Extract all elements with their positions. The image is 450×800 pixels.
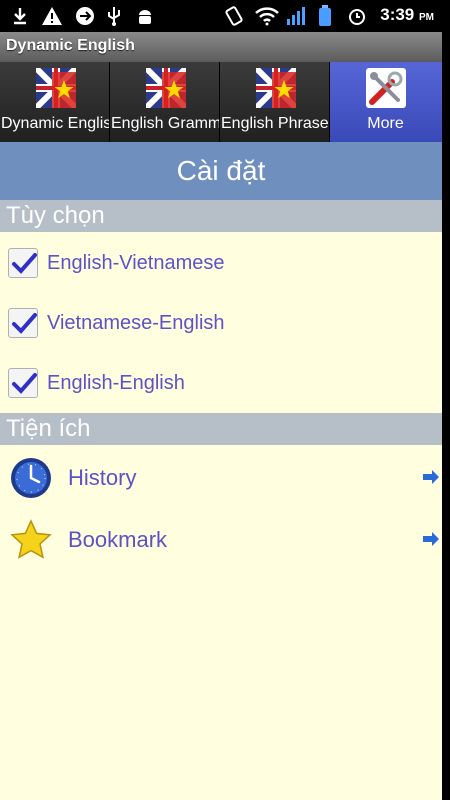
flag-icon [146, 68, 186, 108]
arrow-right-icon [423, 470, 439, 484]
wifi-icon [254, 5, 280, 27]
history-label: History [68, 465, 137, 490]
check-icon [12, 373, 37, 394]
tab-bar: Dynamic English English Grammar English … [0, 62, 442, 142]
download-icon [10, 5, 30, 27]
option-label: English-Vietnamese [47, 252, 225, 274]
list-item-bookmark[interactable]: Bookmark [0, 509, 442, 569]
tab-label: English Grammar [111, 115, 220, 132]
vibrate-icon [222, 5, 246, 27]
settings-content: Tùy chọn English-Vietnamese Vietnamese-E… [0, 200, 442, 800]
tab-label: English Phrase [221, 115, 329, 132]
section-header-options: Tùy chọn [0, 200, 442, 232]
flag-icon [36, 68, 76, 108]
signal-icon [286, 5, 306, 27]
option-english-english[interactable]: English-English [0, 358, 442, 408]
section-header-utilities: Tiện ích [0, 413, 442, 445]
bookmark-label: Bookmark [68, 527, 168, 552]
option-label: Vietnamese-English [47, 312, 225, 334]
screen-edge [442, 32, 450, 800]
option-vietnamese-english[interactable]: Vietnamese-English [0, 298, 442, 348]
tab-more[interactable]: More [330, 62, 442, 142]
checkbox[interactable] [8, 248, 38, 278]
tab-label: More [367, 115, 404, 132]
alarm-icon [346, 5, 368, 27]
app-title-bar: Dynamic English [0, 32, 442, 62]
flag-icon [256, 68, 296, 108]
tab-english-grammar[interactable]: English Grammar [110, 62, 220, 142]
app-title: Dynamic English [6, 37, 135, 54]
tab-label: Dynamic English [1, 115, 110, 132]
check-icon [12, 313, 37, 334]
option-english-vietnamese[interactable]: English-Vietnamese [0, 238, 442, 288]
tab-dynamic-english[interactable]: Dynamic English [0, 62, 110, 142]
list-item-history[interactable]: History [0, 447, 442, 507]
tab-english-phrase[interactable]: English Phrase [220, 62, 330, 142]
clock-icon [11, 458, 51, 498]
status-bar: 3:39 PM [0, 0, 450, 32]
sync-icon [74, 5, 96, 27]
option-label: English-English [47, 372, 185, 394]
check-icon [12, 253, 37, 274]
star-icon [10, 519, 52, 559]
warning-icon [40, 5, 64, 27]
usb-icon [104, 5, 124, 27]
android-icon [134, 5, 156, 27]
arrow-right-icon [423, 532, 439, 546]
checkbox[interactable] [8, 308, 38, 338]
page-title: Cài đặt [0, 142, 442, 200]
checkbox[interactable] [8, 368, 38, 398]
battery-icon [316, 5, 334, 27]
status-clock: 3:39 PM [380, 5, 434, 24]
tools-icon [366, 68, 406, 108]
